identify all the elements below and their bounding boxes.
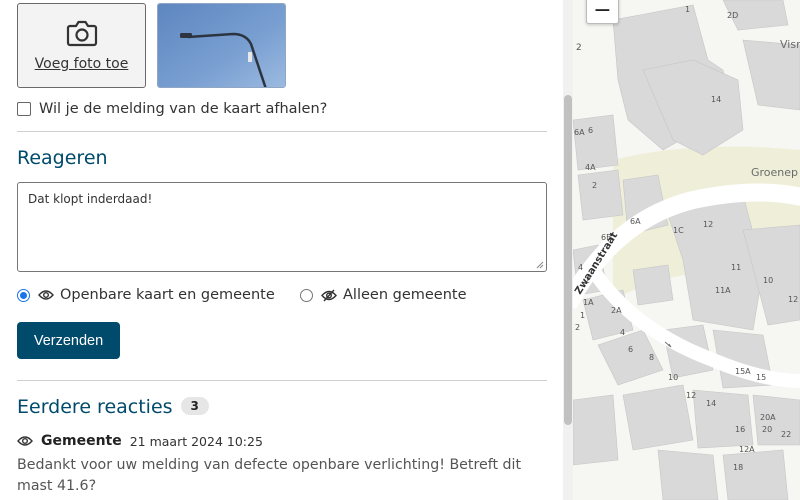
svg-text:12: 12 xyxy=(703,220,713,229)
svg-text:6A: 6A xyxy=(574,128,585,137)
zoom-out-button[interactable]: − xyxy=(586,0,619,24)
response-textarea[interactable]: Dat klopt inderdaad! xyxy=(17,182,547,272)
respond-heading: Reageren xyxy=(17,147,108,169)
svg-text:2: 2 xyxy=(575,323,580,332)
svg-text:12: 12 xyxy=(686,391,696,400)
svg-text:15: 15 xyxy=(756,373,766,382)
svg-text:4A: 4A xyxy=(585,163,596,172)
svg-text:11: 11 xyxy=(731,263,741,272)
svg-text:10: 10 xyxy=(668,373,678,382)
map-view[interactable]: 1 2D 2 14 6A 6 4A 2 6A 6B 1C 12 4 2 11 1… xyxy=(573,0,800,500)
svg-text:20: 20 xyxy=(762,425,772,434)
svg-text:1C: 1C xyxy=(673,226,684,235)
svg-text:2: 2 xyxy=(576,43,582,53)
svg-text:4: 4 xyxy=(578,263,583,272)
svg-text:11A: 11A xyxy=(715,286,731,295)
svg-text:14: 14 xyxy=(711,95,721,104)
divider xyxy=(17,380,547,381)
svg-text:2A: 2A xyxy=(611,306,622,315)
submit-button[interactable]: Verzenden xyxy=(17,322,120,359)
svg-text:1: 1 xyxy=(580,311,585,320)
response-text: Dat klopt inderdaad! xyxy=(28,192,153,206)
photo-thumbnail[interactable] xyxy=(157,3,286,88)
svg-text:2D: 2D xyxy=(727,11,738,20)
svg-text:14: 14 xyxy=(706,399,716,408)
svg-text:8: 8 xyxy=(649,353,654,362)
svg-text:6A: 6A xyxy=(630,217,641,226)
report-detail-panel: Voeg foto toe Wil je de melding van de k… xyxy=(0,0,563,500)
comment-author: Gemeente xyxy=(41,433,122,449)
previous-responses-heading: Eerdere reacties 3 xyxy=(17,396,209,418)
svg-text:15A: 15A xyxy=(735,367,751,376)
map-label-groenepl: Groenep xyxy=(751,166,798,179)
svg-text:12: 12 xyxy=(788,295,798,304)
svg-text:18: 18 xyxy=(733,463,743,472)
svg-text:10: 10 xyxy=(763,276,773,285)
map-canvas[interactable]: 1 2D 2 14 6A 6 4A 2 6A 6B 1C 12 4 2 11 1… xyxy=(573,0,800,500)
map-label-visr: Visr xyxy=(780,38,800,51)
radio-municipality-only-label: Alleen gemeente xyxy=(343,287,467,303)
resize-handle-icon[interactable] xyxy=(536,261,544,269)
divider xyxy=(17,131,547,132)
response-count-badge: 3 xyxy=(180,397,209,415)
visibility-option-public[interactable]: Openbare kaart en gemeente xyxy=(17,287,275,303)
svg-text:1A: 1A xyxy=(583,298,594,307)
svg-text:12A: 12A xyxy=(739,445,755,454)
svg-text:16: 16 xyxy=(735,425,745,434)
visibility-option-municipality[interactable]: Alleen gemeente xyxy=(300,287,467,303)
add-photo-button[interactable]: Voeg foto toe xyxy=(17,3,146,88)
eye-icon xyxy=(38,290,54,300)
radio-public[interactable] xyxy=(17,288,30,302)
svg-text:4: 4 xyxy=(620,328,625,337)
panel-scrollbar[interactable] xyxy=(563,0,573,500)
svg-text:6: 6 xyxy=(628,345,633,354)
remove-from-map-label: Wil je de melding van de kaart afhalen? xyxy=(39,101,328,117)
svg-text:20A: 20A xyxy=(760,413,776,422)
remove-from-map-row[interactable]: Wil je de melding van de kaart afhalen? xyxy=(17,101,327,117)
svg-text:22: 22 xyxy=(781,430,791,439)
add-photo-label: Voeg foto toe xyxy=(34,56,129,72)
remove-from-map-checkbox[interactable] xyxy=(17,102,31,116)
radio-public-label: Openbare kaart en gemeente xyxy=(60,287,275,303)
previous-responses-title: Eerdere reacties xyxy=(17,396,173,418)
comment-header: Gemeente 21 maart 2024 10:25 xyxy=(17,433,263,449)
svg-text:6: 6 xyxy=(588,126,593,135)
radio-municipality-only[interactable] xyxy=(300,288,313,302)
svg-text:2: 2 xyxy=(592,181,597,190)
svg-text:1: 1 xyxy=(685,5,690,14)
comment-text: Bedankt voor uw melding van defecte open… xyxy=(17,457,522,494)
eye-off-icon xyxy=(321,289,337,301)
comment-date: 21 maart 2024 10:25 xyxy=(129,433,263,449)
eye-icon xyxy=(17,436,33,446)
scrollbar-thumb[interactable] xyxy=(564,95,572,425)
camera-icon xyxy=(66,20,97,47)
